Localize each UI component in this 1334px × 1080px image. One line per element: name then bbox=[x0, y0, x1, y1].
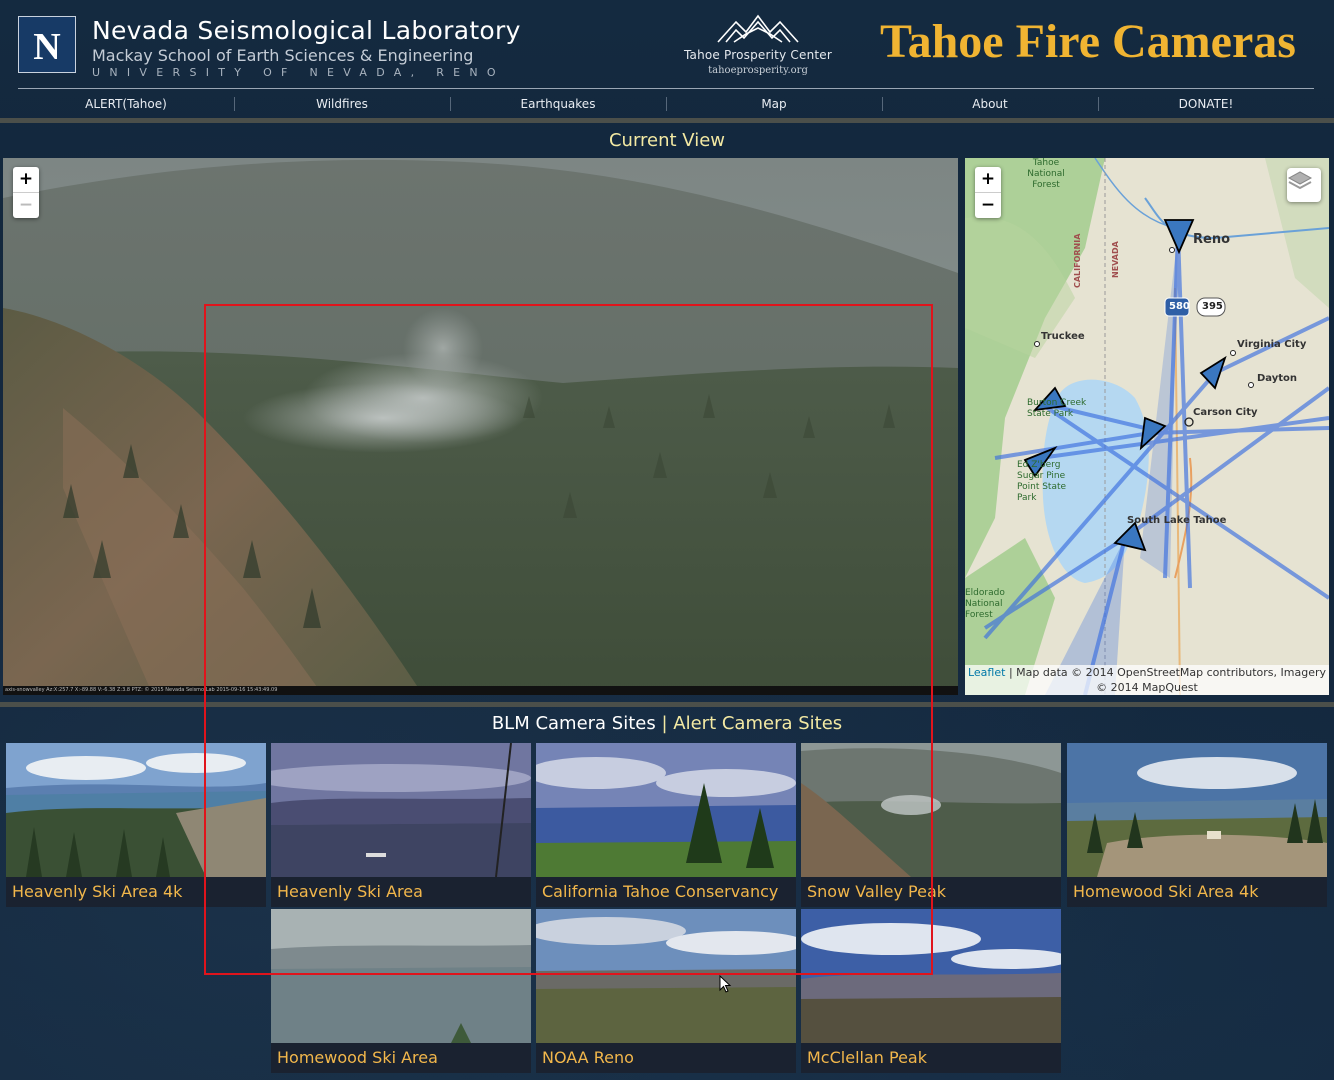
camera-tile-label: Heavenly Ski Area bbox=[271, 877, 531, 907]
map-attribution: Leaflet | Map data © 2014 OpenStreetMap … bbox=[965, 665, 1329, 695]
main-nav: ALERT(Tahoe) Wildfires Earthquakes Map A… bbox=[18, 92, 1314, 116]
map-label-nevada: NEVADA bbox=[1111, 241, 1120, 278]
org-title[interactable]: Nevada Seismological Laboratory bbox=[92, 16, 521, 45]
camera-zoom-in-button[interactable]: + bbox=[13, 167, 39, 192]
camera-thumbnail bbox=[801, 743, 1061, 877]
camera-thumbnail bbox=[801, 909, 1061, 1043]
tahoe-prosperity-mountains-icon[interactable] bbox=[716, 14, 800, 46]
camera-tile-homewood-4k[interactable]: Homewood Ski Area 4k bbox=[1067, 743, 1327, 907]
camera-tile-label: Homewood Ski Area 4k bbox=[1067, 877, 1327, 907]
unr-logo[interactable]: N bbox=[18, 16, 76, 73]
header-divider bbox=[18, 88, 1314, 89]
map-zoom-in-button[interactable]: + bbox=[975, 167, 1001, 192]
camera-thumbnail bbox=[536, 743, 796, 877]
map-label-reno: Reno bbox=[1193, 232, 1231, 247]
map-layers-button[interactable] bbox=[1287, 168, 1321, 202]
university-name: UNIVERSITY OF NEVADA, RENO bbox=[92, 66, 505, 79]
map-label-dayton: Dayton bbox=[1257, 373, 1298, 384]
nav-item-wildfires[interactable]: Wildfires bbox=[234, 92, 450, 116]
unr-n-icon: N bbox=[33, 26, 60, 67]
fire-camera-scene bbox=[3, 158, 958, 695]
camera-thumbnail bbox=[6, 743, 266, 877]
camera-map[interactable]: Tahoe National Forest Reno CALIFORNIA NE… bbox=[965, 158, 1329, 695]
camera-tile-label: Homewood Ski Area bbox=[271, 1043, 531, 1073]
camera-tile-noaa-reno[interactable]: NOAA Reno bbox=[536, 909, 796, 1073]
layers-icon bbox=[1287, 171, 1313, 190]
leaflet-link[interactable]: Leaflet bbox=[968, 666, 1005, 679]
site-title: Tahoe Fire Cameras bbox=[880, 15, 1296, 68]
sites-divider bbox=[0, 702, 1334, 707]
map-label-sugar-pine: Ed Z'berg Sugar Pine Point State Park bbox=[1017, 460, 1067, 503]
camera-tile-label: Heavenly Ski Area 4k bbox=[6, 877, 266, 907]
camera-zoom-control: + − bbox=[13, 167, 39, 218]
map-attribution-text: | Map data © 2014 OpenStreetMap contribu… bbox=[1008, 666, 1326, 694]
current-view-title: Current View bbox=[608, 130, 726, 151]
nav-item-map[interactable]: Map bbox=[666, 92, 882, 116]
map-label-burton-park: Burton Creek State Park bbox=[1027, 398, 1087, 419]
map-label-carson-city: Carson City bbox=[1193, 407, 1258, 418]
map-label-california: CALIFORNIA bbox=[1073, 233, 1082, 288]
partner-url[interactable]: tahoeprosperity.org bbox=[683, 65, 833, 76]
camera-tile-heavenly[interactable]: Heavenly Ski Area bbox=[271, 743, 531, 907]
camera-tile-mcclellan-peak[interactable]: McClellan Peak bbox=[801, 909, 1061, 1073]
camera-caption: axis-snowvalley Az:X:257.7 X:-89.88 V:-6… bbox=[3, 686, 958, 695]
sites-separator: | bbox=[661, 713, 668, 734]
camera-tile-label: NOAA Reno bbox=[536, 1043, 796, 1073]
camera-tile-homewood[interactable]: Homewood Ski Area bbox=[271, 909, 531, 1073]
nav-item-alert-tahoe[interactable]: ALERT(Tahoe) bbox=[18, 92, 234, 116]
org-subtitle: Mackay School of Earth Sciences & Engine… bbox=[92, 46, 474, 65]
nav-divider bbox=[0, 118, 1334, 123]
camera-thumbnail bbox=[271, 743, 531, 877]
map-zoom-control: + − bbox=[975, 167, 1001, 218]
alert-sites-link[interactable]: Alert Camera Sites bbox=[673, 713, 842, 734]
map-label-south-lake-tahoe: South Lake Tahoe bbox=[1127, 515, 1227, 526]
camera-tile-label: McClellan Peak bbox=[801, 1043, 1061, 1073]
camera-thumbnail bbox=[536, 909, 796, 1043]
svg-text:N: N bbox=[33, 26, 60, 67]
nav-item-about[interactable]: About bbox=[882, 92, 1098, 116]
nav-item-earthquakes[interactable]: Earthquakes bbox=[450, 92, 666, 116]
camera-thumbnail bbox=[1067, 743, 1327, 877]
mouse-cursor-icon bbox=[719, 975, 732, 993]
camera-tile-california-tahoe-conservancy[interactable]: California Tahoe Conservancy bbox=[536, 743, 796, 907]
map-label-us395: 395 bbox=[1202, 301, 1223, 312]
camera-tile-heavenly-4k[interactable]: Heavenly Ski Area 4k bbox=[6, 743, 266, 907]
camera-tile-label: Snow Valley Peak bbox=[801, 877, 1061, 907]
camera-tile-snow-valley-peak[interactable]: Snow Valley Peak bbox=[801, 743, 1061, 907]
blm-sites-link[interactable]: BLM Camera Sites bbox=[492, 713, 656, 734]
current-camera-image[interactable]: + − axis-snowvalley Az:X:257.7 X:-89.88 … bbox=[3, 158, 958, 695]
map-label-virginia-city: Virginia City bbox=[1237, 339, 1307, 350]
camera-tile-label: California Tahoe Conservancy bbox=[536, 877, 796, 907]
map-label-truckee: Truckee bbox=[1041, 331, 1085, 342]
camera-zoom-out-button[interactable]: − bbox=[13, 192, 39, 218]
map-label-i580: 580 bbox=[1169, 301, 1190, 312]
map-zoom-out-button[interactable]: − bbox=[975, 192, 1001, 218]
partner-name[interactable]: Tahoe Prosperity Center bbox=[683, 48, 833, 62]
nav-item-donate[interactable]: DONATE! bbox=[1098, 92, 1314, 116]
camera-thumbnail bbox=[271, 909, 531, 1043]
map-label-eldorado: Eldorado National Forest bbox=[965, 588, 1005, 620]
camera-sites-header: BLM Camera Sites | Alert Camera Sites bbox=[0, 713, 1334, 734]
map-label-forest: Tahoe National Forest bbox=[1027, 158, 1065, 190]
site-header: N Nevada Seismological Laboratory Mackay… bbox=[0, 0, 1334, 88]
